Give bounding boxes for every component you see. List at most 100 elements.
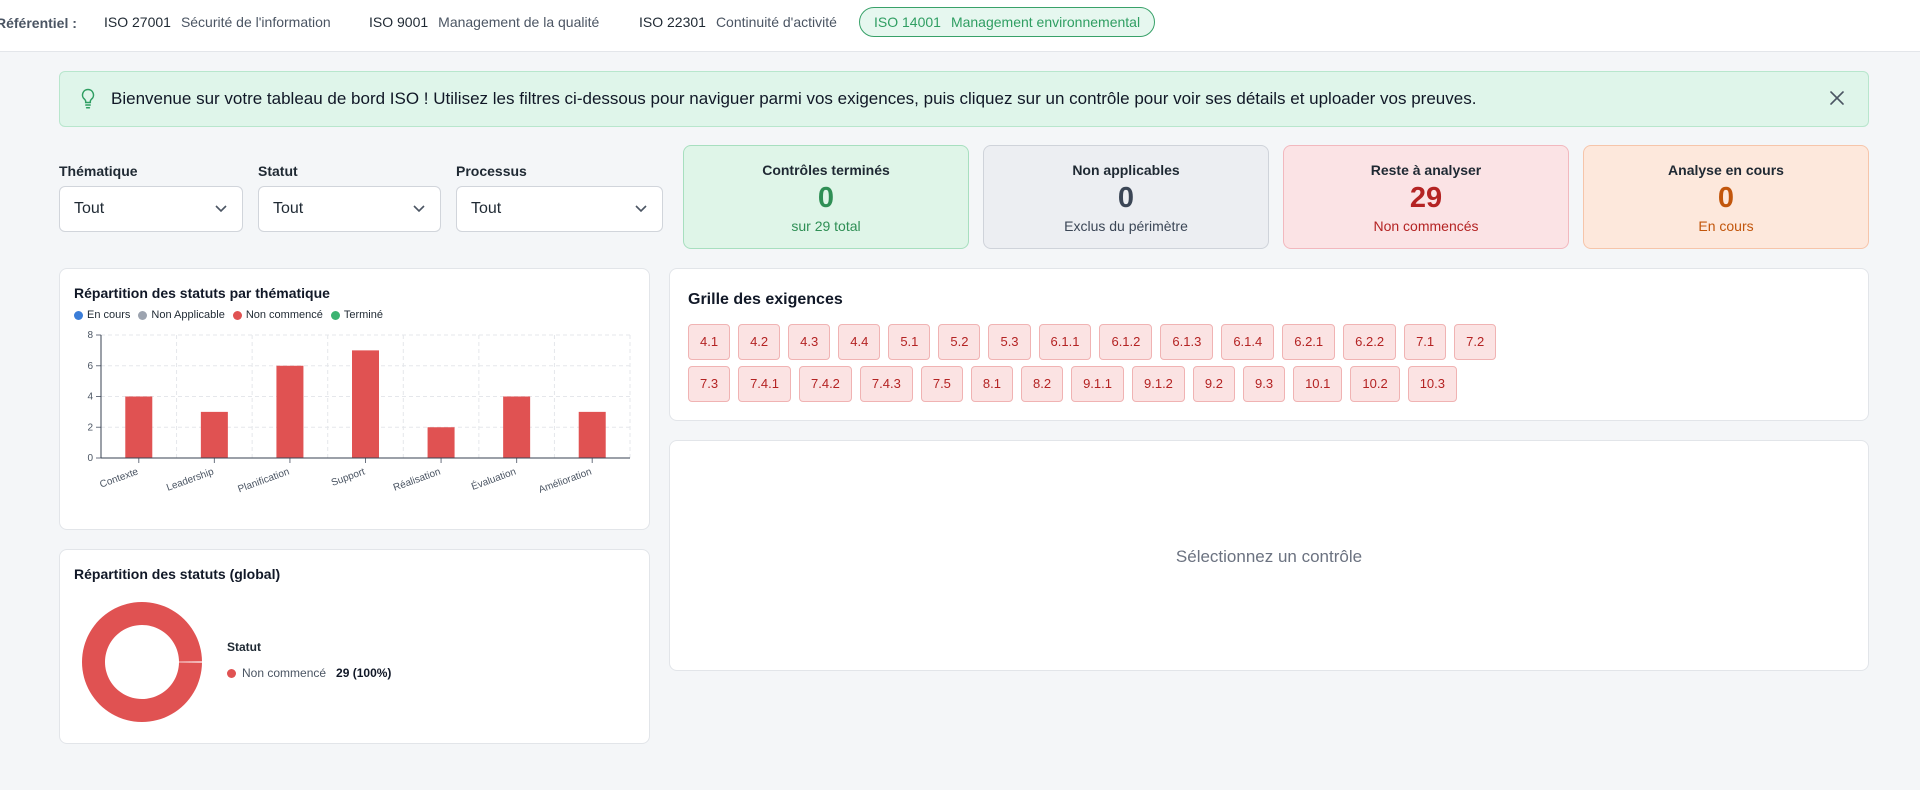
kpi-value: 0 [1717,182,1735,214]
chevron-down-icon [635,205,647,213]
standard-desc: Continuité d'activité [715,14,837,30]
requirement-chip[interactable]: 8.2 [1021,366,1064,402]
card-title: Grille des exigences [688,291,843,308]
select-value: Tout [273,200,304,217]
requirement-chip[interactable]: 6.1.2 [1099,324,1153,360]
referential-label: Référentiel : [0,15,77,31]
requirement-chip[interactable]: 5.1 [888,324,931,360]
requirement-chip[interactable]: 6.2.1 [1282,324,1336,360]
requirement-chip[interactable]: 7.4.3 [859,366,913,402]
legend-value: 29 (100%) [336,666,392,680]
requirement-chip[interactable]: 9.2 [1192,366,1235,402]
requirement-chip[interactable]: 5.3 [988,324,1031,360]
legend-label: Non commencé [242,666,327,680]
requirement-chip[interactable]: 6.1.3 [1160,324,1214,360]
chevron-down-icon [215,205,227,213]
tab-iso-9001[interactable]: ISO 9001 Management de la qualité [354,7,614,37]
legend-swatch [74,310,83,320]
kpi-title: Contrôles terminés [762,162,890,178]
requirement-chip[interactable]: 5.2 [938,324,981,360]
kpi-to-analyse: Reste à analyser 29 Non commencés [1283,145,1569,249]
bar [352,350,379,458]
requirement-chip[interactable]: 9.1.2 [1132,366,1185,402]
x-tick-label: Évaluation [469,465,517,493]
legend-swatch [227,668,236,678]
bar [578,411,606,458]
requirement-chip[interactable]: 8.1 [970,366,1013,402]
requirement-chip[interactable]: 6.2.2 [1343,324,1397,360]
standard-code: ISO 22301 [639,14,706,30]
status-bar-chart: 0 2 4 6 8 Contexte Leadership Planification Supp… [87,330,631,496]
requirement-chip[interactable]: 4.1 [688,324,731,360]
bar [427,427,455,458]
thematique-select[interactable]: Tout [59,186,243,232]
empty-state-message: Sélectionnez un contrôle [1175,547,1363,566]
requirement-chip[interactable]: 7.4.1 [738,366,791,402]
lightbulb-icon [81,88,95,109]
y-tick-label: 6 [87,361,93,372]
tab-iso-14001[interactable]: ISO 14001 Management environnemental [859,7,1156,37]
requirement-chip[interactable]: 4.4 [838,324,881,360]
legend-item-en-cours[interactable]: En cours [74,309,130,321]
processus-select[interactable]: Tout [456,186,663,232]
requirement-chip[interactable]: 7.2 [1454,324,1497,360]
requirement-chip[interactable]: 10.2 [1350,366,1400,402]
requirement-chip[interactable]: 7.1 [1404,324,1447,360]
x-tick-label: Support [330,466,367,488]
select-value: Tout [471,200,502,217]
bar [503,396,531,458]
kpi-value: 0 [817,182,835,214]
kpi-value: 29 [1409,182,1443,214]
tab-iso-27001[interactable]: ISO 27001 Sécurité de l'information [89,7,346,37]
donut-slice[interactable] [82,602,202,722]
requirement-chip[interactable]: 6.1.1 [1038,324,1092,360]
requirement-chip[interactable]: 4.2 [738,324,781,360]
close-icon[interactable] [1828,89,1846,107]
filter-label-processus: Processus [456,163,527,179]
tab-iso-22301[interactable]: ISO 22301 Continuité d'activité [624,7,852,37]
y-tick-label: 2 [87,422,93,433]
status-by-theme-card: Répartition des statuts par thématique E… [59,268,650,530]
kpi-subtitle: Exclus du périmètre [1064,218,1188,234]
requirement-chip[interactable]: 9.1.1 [1071,366,1124,402]
x-tick-label: Planification [237,466,291,495]
legend-swatch [232,310,242,320]
kpi-subtitle: Non commencés [1373,218,1479,234]
welcome-banner: Bienvenue sur votre tableau de bord ISO … [59,71,1869,127]
donut-legend-item[interactable]: Non commencé 29 (100%) [227,666,391,680]
x-tick-label: Réalisation [392,466,442,493]
legend-swatch [138,310,148,320]
kpi-completed: Contrôles terminés 0 sur 29 total [683,145,969,249]
bar [200,411,228,458]
kpi-subtitle: sur 29 total [791,218,861,234]
requirement-chip[interactable]: 7.5 [920,366,963,402]
standard-code: ISO 27001 [104,14,171,30]
donut-legend-title: Statut [227,640,261,654]
bar [125,396,153,458]
control-detail-panel: Sélectionnez un contrôle [669,440,1869,671]
requirement-chip[interactable]: 7.4.2 [799,366,852,402]
requirement-chip[interactable]: 4.3 [788,324,831,360]
card-title: Répartition des statuts (global) [74,566,281,582]
legend-label: Non commencé [245,309,323,321]
requirement-chip[interactable]: 10.3 [1407,366,1458,402]
filter-label-statut: Statut [258,163,298,179]
legend-label: Non Applicable [151,309,225,321]
standard-code: ISO 14001 [874,14,941,30]
legend-label: En cours [87,309,131,321]
legend-item-non-commence[interactable]: Non commencé [232,309,323,321]
statut-select[interactable]: Tout [258,186,441,232]
select-value: Tout [74,200,105,217]
requirements-row: 7.3 7.4.1 7.4.2 7.4.3 7.5 8.1 8.2 9.1.1 9.1.2 9.2… [688,366,1458,402]
requirement-chip[interactable]: 6.1.4 [1221,324,1275,360]
legend-item-non-applicable[interactable]: Non Applicable [138,309,225,321]
standard-code: ISO 9001 [369,14,429,30]
requirement-chip[interactable]: 9.3 [1243,366,1286,402]
x-tick-label: Amélioration [537,466,593,495]
requirement-chip[interactable]: 7.3 [688,366,731,402]
requirement-chip[interactable]: 10.1 [1293,366,1343,402]
legend-item-termine[interactable]: Terminé [330,309,383,321]
standard-desc: Sécurité de l'information [180,14,331,30]
card-title: Répartition des statuts par thématique [74,285,330,301]
bar [276,365,304,458]
